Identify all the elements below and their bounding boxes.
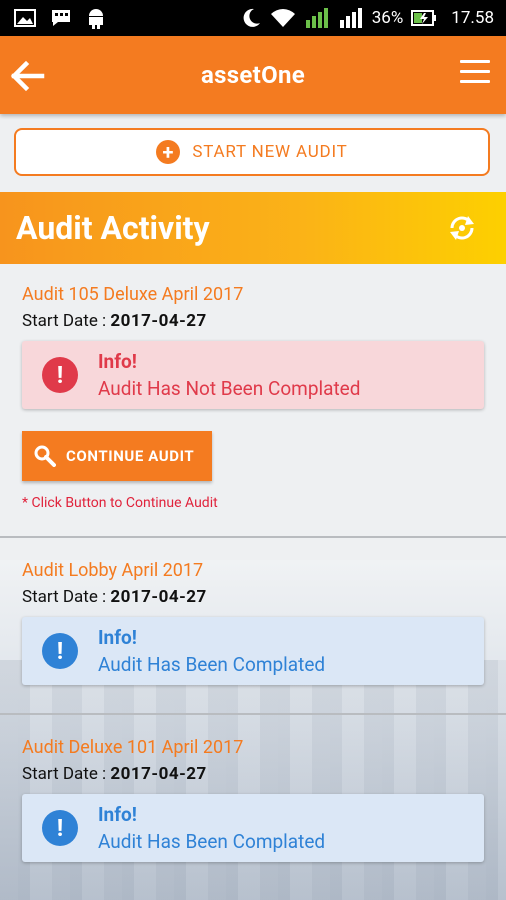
moon-icon xyxy=(243,8,260,27)
status-right: 36% 17.58 xyxy=(240,6,494,30)
app-title: assetOne xyxy=(201,61,305,89)
audit-activity-header: Audit Activity xyxy=(0,192,506,264)
alert-title: Info! xyxy=(98,626,137,649)
android-icon xyxy=(89,9,103,29)
battery-icon xyxy=(411,10,437,26)
exclamation-icon: ! xyxy=(42,810,78,846)
message-icon xyxy=(52,10,70,26)
start-date-label: Start Date : xyxy=(22,764,111,784)
alert-text: Info! Audit Has Been Complated xyxy=(98,801,325,855)
alert-text: Info! Audit Has Been Complated xyxy=(98,624,325,678)
hamburger-line xyxy=(460,60,490,63)
hamburger-line xyxy=(460,70,490,73)
start-date: Start Date : 2017-04-27 xyxy=(22,587,484,607)
start-date-value: 2017-04-27 xyxy=(110,587,207,607)
start-date-label: Start Date : xyxy=(22,587,111,607)
search-icon xyxy=(34,445,56,467)
signal-2-icon xyxy=(339,8,362,28)
alert-title: Info! xyxy=(98,350,137,373)
wifi-icon xyxy=(270,9,295,27)
signal-icon xyxy=(305,8,328,28)
start-date: Start Date : 2017-04-27 xyxy=(22,764,484,784)
alert-text: Info! Audit Has Not Been Complated xyxy=(98,348,360,402)
alert-message: Audit Has Not Been Complated xyxy=(98,377,361,400)
gallery-icon xyxy=(14,9,36,27)
start-date: Start Date : 2017-04-27 xyxy=(22,311,484,331)
start-new-audit-button[interactable]: + START NEW AUDIT xyxy=(14,128,490,176)
audit-name[interactable]: Audit Deluxe 101 April 2017 xyxy=(22,737,484,758)
refresh-icon xyxy=(450,216,474,240)
start-new-audit-label: START NEW AUDIT xyxy=(192,142,348,162)
plus-circle-icon: + xyxy=(156,140,181,164)
audit-card[interactable]: Audit Deluxe 101 April 2017 Start Date :… xyxy=(0,737,506,862)
start-date-label: Start Date : xyxy=(22,311,111,331)
status-alert: ! Info! Audit Has Not Been Complated xyxy=(22,341,484,409)
hint-text: * Click Button to Continue Audit xyxy=(22,495,218,511)
audit-name[interactable]: Audit Lobby April 2017 xyxy=(22,560,484,581)
audit-card[interactable]: Audit 105 Deluxe April 2017 Start Date :… xyxy=(0,284,506,511)
continue-audit-label: CONTINUE AUDIT xyxy=(66,447,195,465)
audit-name[interactable]: Audit 105 Deluxe April 2017 xyxy=(22,284,484,305)
alert-message: Audit Has Been Complated xyxy=(98,653,326,676)
status-left xyxy=(14,7,106,29)
status-alert: ! Info! Audit Has Been Complated xyxy=(22,794,484,862)
page-title: Audit Activity xyxy=(16,209,210,247)
exclamation-icon: ! xyxy=(42,357,78,393)
exclamation-icon: ! xyxy=(42,633,78,669)
status-alert: ! Info! Audit Has Been Complated xyxy=(22,617,484,685)
menu-button[interactable] xyxy=(460,60,490,86)
divider xyxy=(0,713,506,715)
start-date-value: 2017-04-27 xyxy=(110,311,207,331)
clock: 17.58 xyxy=(451,8,494,28)
continue-audit-button[interactable]: CONTINUE AUDIT xyxy=(22,431,212,481)
audit-card[interactable]: Audit Lobby April 2017 Start Date : 2017… xyxy=(0,560,506,685)
battery-percent: 36% xyxy=(371,8,404,28)
status-bar: 36% 17.58 xyxy=(0,0,506,36)
app-bar: assetOne xyxy=(0,36,506,114)
alert-title: Info! xyxy=(98,803,137,826)
start-date-value: 2017-04-27 xyxy=(110,764,207,784)
hamburger-line xyxy=(460,80,490,83)
refresh-button[interactable] xyxy=(446,212,478,244)
alert-message: Audit Has Been Complated xyxy=(98,830,326,853)
divider xyxy=(0,536,506,538)
